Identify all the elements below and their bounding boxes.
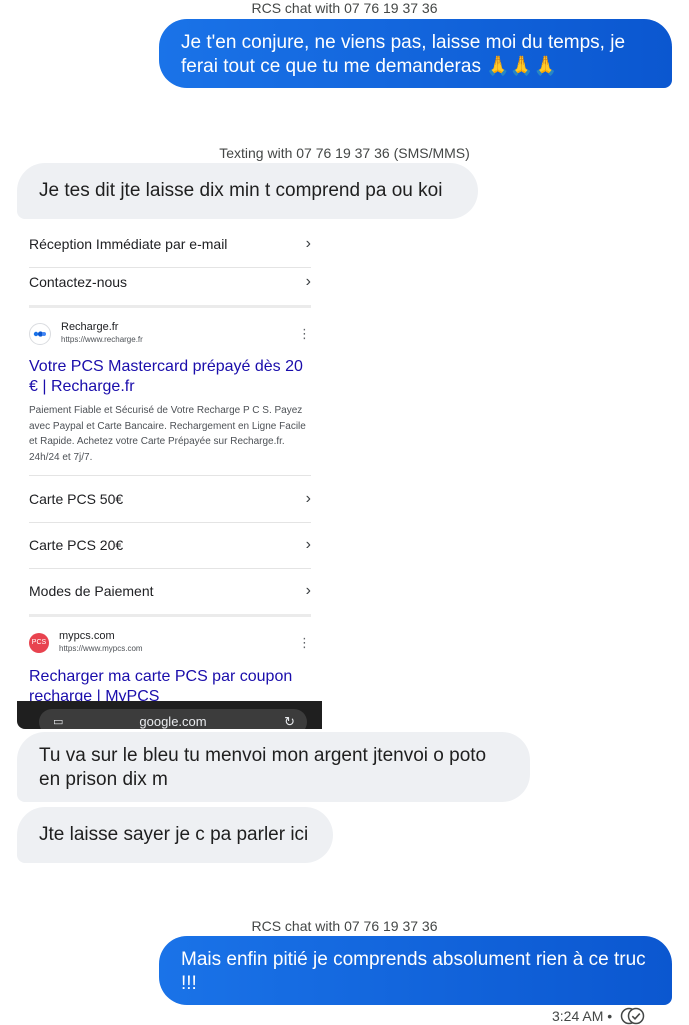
more-options-icon: ⋮ — [298, 634, 311, 650]
sitelink-label: Réception Immédiate par e-mail — [29, 236, 228, 252]
sitelink-label: Carte PCS 50€ — [29, 491, 124, 507]
logo-text: PCS — [31, 639, 47, 646]
url-text: google.com — [139, 714, 207, 729]
message-text: Jte laisse sayer je c pa parler ici — [39, 824, 309, 845]
tabs-icon: ▭ — [53, 716, 64, 728]
incoming-message-bubble[interactable]: Tu va sur le bleu tu menvoi mon argent j… — [17, 732, 530, 802]
search-sitelink-row: Contactez-nous › — [29, 259, 311, 305]
delivered-check-icon — [620, 1007, 645, 1025]
result-site-header: PCS mypcs.com https://www.mypcs.com ⋮ — [29, 630, 311, 655]
site-name: Recharge.fr — [61, 321, 119, 333]
sitelink-label: Carte PCS 20€ — [29, 537, 124, 553]
result-title-link: Votre PCS Mastercard prépayé dès 20 € | … — [29, 358, 303, 395]
chevron-right-icon: › — [305, 490, 311, 507]
mypcs-logo-icon: PCS — [29, 632, 49, 653]
incoming-message-bubble[interactable]: Je tes dit jte laisse dix min t comprend… — [17, 163, 478, 219]
recharge-logo-icon — [29, 322, 51, 345]
message-text: Je tes dit jte laisse dix min t comprend… — [39, 180, 443, 201]
site-name: mypcs.com — [59, 630, 115, 642]
browser-bottom-bar: ▭ google.com ↻ — [17, 701, 322, 729]
search-sitelink-row: Modes de Paiement › — [29, 568, 311, 614]
result-snippet: Paiement Fiable et Sécurisé de Votre Rec… — [29, 405, 306, 463]
message-text: Je t'en conjure, ne viens pas, laisse mo… — [181, 32, 626, 77]
chat-header-rcs-bottom: RCS chat with 07 76 19 37 36 — [251, 918, 438, 934]
search-sitelink-row: Carte PCS 20€ › — [29, 522, 311, 569]
chevron-right-icon: › — [305, 536, 311, 553]
reload-icon: ↻ — [284, 714, 295, 729]
outgoing-message-bubble[interactable]: Je t'en conjure, ne viens pas, laisse mo… — [159, 19, 672, 88]
chevron-right-icon: › — [305, 582, 311, 599]
outgoing-message-bubble[interactable]: Mais enfin pitié je comprends absolument… — [159, 936, 672, 1005]
sitelink-label: Modes de Paiement — [29, 583, 154, 599]
chevron-right-icon: › — [305, 273, 311, 290]
site-url: https://www.mypcs.com — [59, 644, 143, 653]
shared-screenshot-image[interactable]: Réception Immédiate par e-mail › Contact… — [17, 221, 322, 729]
chevron-right-icon: › — [305, 235, 311, 252]
result-divider — [29, 305, 311, 308]
more-options-icon: ⋮ — [298, 325, 311, 341]
message-text: Mais enfin pitié je comprends absolument… — [181, 949, 646, 994]
incoming-message-bubble[interactable]: Jte laisse sayer je c pa parler ici — [17, 807, 333, 863]
chat-header-sms: Texting with 07 76 19 37 36 (SMS/MMS) — [219, 145, 470, 161]
message-timestamp: 3:24 AM • — [552, 1008, 613, 1024]
chat-header-rcs-top: RCS chat with 07 76 19 37 36 — [251, 0, 438, 16]
browser-url-bar: ▭ google.com ↻ — [39, 709, 307, 729]
result-site-header: Recharge.fr https://www.recharge.fr ⋮ — [29, 321, 311, 346]
search-sitelink-row: Carte PCS 50€ › — [29, 475, 311, 523]
message-text: Tu va sur le bleu tu menvoi mon argent j… — [39, 745, 487, 790]
result-divider — [29, 614, 311, 617]
site-url: https://www.recharge.fr — [61, 335, 143, 344]
sitelink-label: Contactez-nous — [29, 274, 128, 290]
